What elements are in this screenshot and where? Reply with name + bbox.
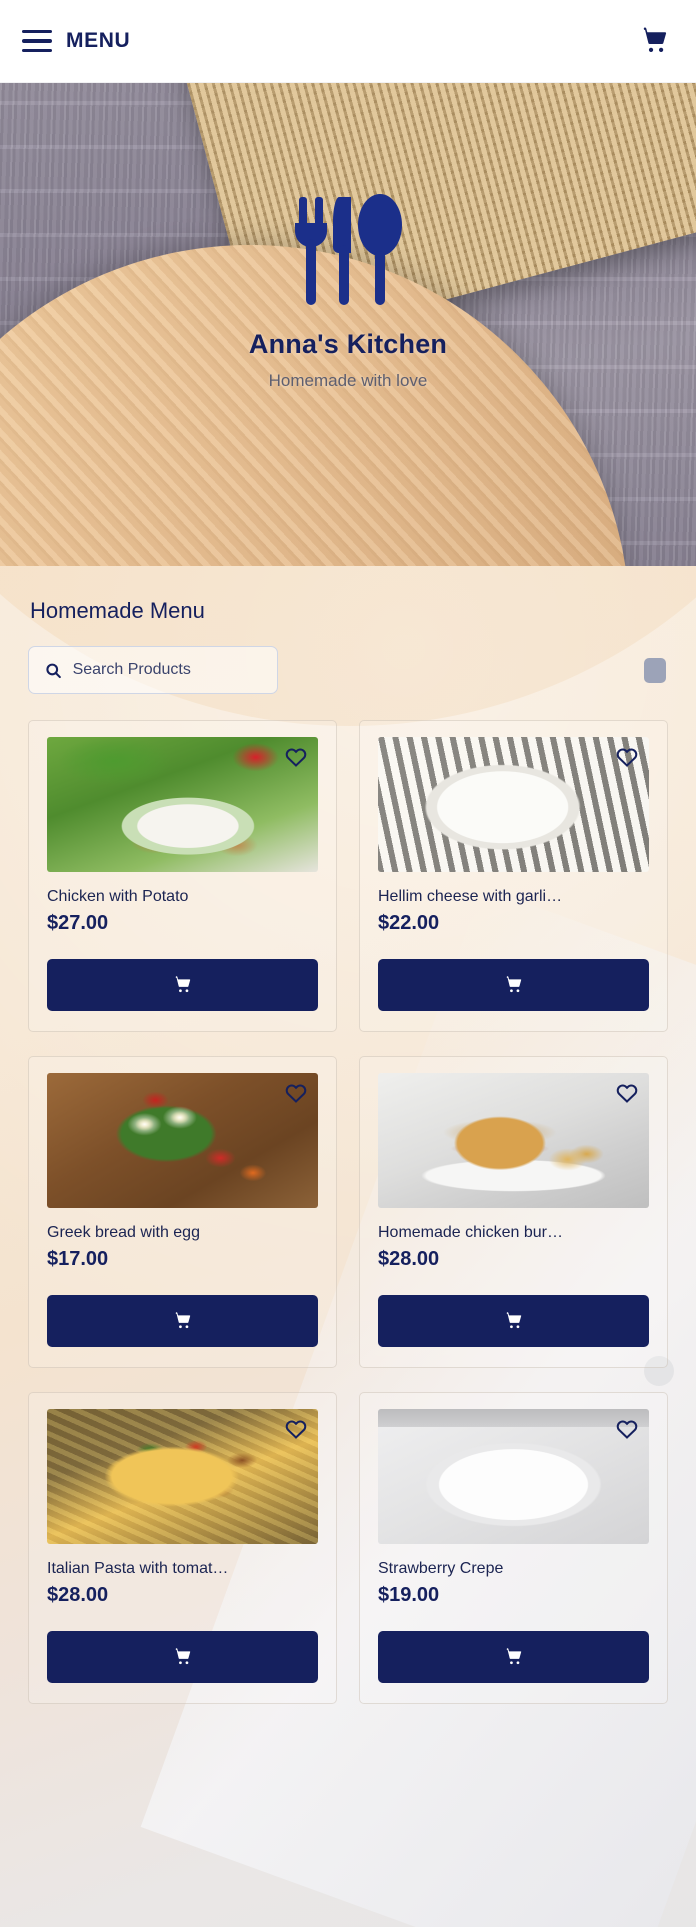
product-thumbnail-wrap: [47, 737, 318, 872]
product-price: $17.00: [47, 1248, 109, 1270]
product-card[interactable]: Chicken with Potato $27.00: [28, 720, 337, 1032]
hero-content: Anna's Kitchen Homemade with love: [0, 193, 696, 391]
hero-banner: Anna's Kitchen Homemade with love: [0, 83, 696, 585]
product-grid: Chicken with Potato $27.00 Hellim cheese…: [28, 720, 668, 1704]
product-name: Homemade chicken bur…: [378, 1224, 563, 1241]
product-card[interactable]: Hellim cheese with garli… $22.00: [359, 720, 668, 1032]
product-price: $19.00: [378, 1584, 440, 1606]
shopping-cart-icon: [506, 976, 521, 993]
shopping-cart-icon: [175, 1648, 190, 1665]
shopping-cart-icon: [175, 976, 190, 993]
hamburger-icon[interactable]: [22, 30, 52, 52]
heart-icon[interactable]: [615, 1081, 639, 1105]
search-input[interactable]: [72, 661, 261, 679]
menu-panel-inner: Homemade Menu Search Products Chicken wi…: [0, 566, 696, 1704]
menu-label: MENU: [66, 29, 131, 52]
add-to-cart-button[interactable]: [378, 1631, 649, 1683]
product-name: Strawberry Crepe: [378, 1560, 504, 1577]
product-price: $28.00: [47, 1584, 109, 1606]
page-title: Homemade Menu: [30, 598, 205, 623]
photo-top-band: [378, 1409, 649, 1427]
product-price: $27.00: [47, 912, 109, 934]
heart-icon[interactable]: [615, 745, 639, 769]
italian-pasta-photo: [47, 1409, 318, 1544]
greek-bread-with-egg-photo: [47, 1073, 318, 1208]
view-toggle-group: [564, 657, 666, 683]
product-card[interactable]: Homemade chicken bur… $28.00: [359, 1056, 668, 1368]
product-card[interactable]: Italian Pasta with tomat… $28.00: [28, 1392, 337, 1704]
strawberry-crepe-photo: [378, 1409, 649, 1544]
product-price: $28.00: [378, 1248, 440, 1270]
product-name: Greek bread with egg: [47, 1224, 200, 1241]
product-price: $22.00: [378, 912, 440, 934]
add-to-cart-button[interactable]: [378, 1295, 649, 1347]
chicken-with-potato-photo: [47, 737, 318, 872]
homemade-chicken-burger-photo: [378, 1073, 649, 1208]
grid-view-icon[interactable]: [604, 659, 626, 681]
add-to-cart-button[interactable]: [47, 1295, 318, 1347]
product-thumbnail-wrap: [378, 1409, 649, 1544]
hellim-cheese-photo: [378, 737, 649, 872]
list-view-icon[interactable]: [564, 661, 586, 679]
product-thumbnail-wrap: [378, 737, 649, 872]
brand-title: Anna's Kitchen: [248, 329, 448, 359]
product-card[interactable]: Strawberry Crepe $19.00: [359, 1392, 668, 1704]
search-box[interactable]: [28, 646, 278, 694]
product-thumbnail-wrap: [47, 1073, 318, 1208]
shopping-cart-glyph: [643, 27, 667, 53]
product-name: Italian Pasta with tomat…: [47, 1560, 229, 1577]
heart-icon[interactable]: [284, 1081, 308, 1105]
add-to-cart-button[interactable]: [47, 1631, 318, 1683]
product-name: Hellim cheese with garli…: [378, 888, 563, 905]
top-navigation-bar: MENU: [0, 0, 696, 83]
product-name: Chicken with Potato: [47, 888, 189, 905]
product-thumbnail-wrap: [47, 1409, 318, 1544]
menu-section: Homemade Menu Search Products Chicken wi…: [0, 566, 696, 1927]
product-card[interactable]: Greek bread with egg $17.00: [28, 1056, 337, 1368]
heart-icon[interactable]: [284, 1417, 308, 1441]
menu-controls: [28, 646, 668, 694]
fork-knife-spoon-icon: [295, 194, 402, 305]
search-icon: [46, 663, 61, 678]
menu-button[interactable]: MENU: [22, 29, 130, 53]
product-thumbnail-wrap: [378, 1073, 649, 1208]
single-view-icon[interactable]: [644, 657, 666, 683]
shopping-cart-icon: [506, 1648, 521, 1665]
heart-icon[interactable]: [284, 745, 308, 769]
brand-subtitle: Homemade with love: [268, 371, 428, 390]
heart-icon[interactable]: [615, 1417, 639, 1441]
add-to-cart-button[interactable]: [378, 959, 649, 1011]
add-to-cart-button[interactable]: [47, 959, 318, 1011]
shopping-cart-icon[interactable]: [636, 24, 674, 58]
shopping-cart-icon: [506, 1312, 521, 1329]
shopping-cart-icon: [175, 1312, 190, 1329]
